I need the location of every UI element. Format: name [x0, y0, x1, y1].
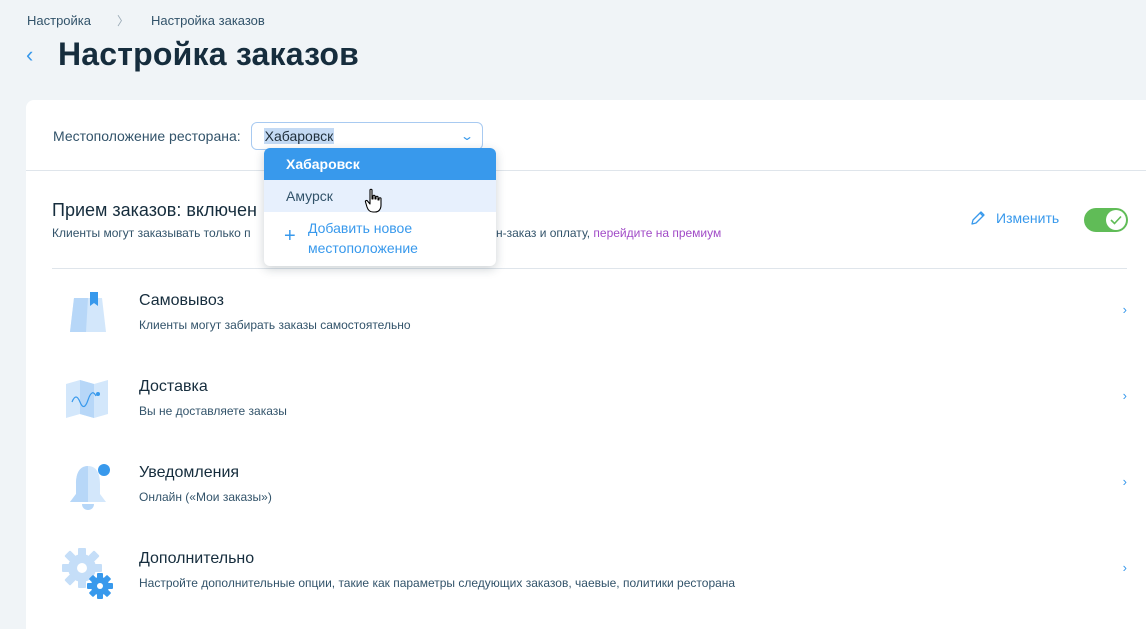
accept-desc-start: Клиенты могут заказывать только п: [52, 226, 251, 240]
accept-desc-end: н-заказ и оплату, перейдите на премиум: [496, 226, 721, 240]
location-select[interactable]: Хабаровск ⌄: [250, 122, 483, 150]
bag-icon: [70, 292, 106, 332]
title-row: ‹ Настройка заказов: [26, 36, 359, 73]
chevron-right-icon: ›: [1122, 302, 1127, 317]
breadcrumb-current: Настройка заказов: [151, 13, 265, 28]
accept-orders-toggle[interactable]: [1084, 208, 1128, 232]
breadcrumb-separator-icon: 〉: [117, 14, 130, 28]
toggle-knob: [1106, 210, 1126, 230]
settings-card: Местоположение ресторана: Хабаровск ⌄ Пр…: [26, 100, 1146, 629]
accept-orders-desc: Клиенты могут заказывать только п н-зака…: [52, 226, 721, 240]
chevron-down-icon: ⌄: [459, 129, 474, 143]
list-item-notifications[interactable]: Уведомления Онлайн («Мои заказы») ›: [52, 460, 1127, 540]
check-icon: [1110, 215, 1122, 225]
location-select-value: Хабаровск: [263, 128, 335, 144]
location-row: Местоположение ресторана: Хабаровск ⌄: [53, 122, 483, 150]
page-title: Настройка заказов: [58, 36, 360, 72]
add-location-line1: Добавить новое: [308, 220, 413, 236]
location-label: Местоположение ресторана:: [53, 128, 241, 144]
item-title: Самовывоз: [139, 292, 224, 309]
back-arrow-icon[interactable]: ‹: [26, 43, 58, 66]
accept-desc-end-text: н-заказ и оплату,: [496, 226, 594, 240]
breadcrumb: Настройка 〉 Настройка заказов: [27, 12, 265, 29]
chevron-right-icon: ›: [1122, 388, 1127, 403]
add-location-line2: местоположение: [308, 240, 418, 256]
item-desc: Онлайн («Мои заказы»): [139, 490, 272, 504]
gear-icon: [62, 548, 113, 599]
item-title: Уведомления: [139, 464, 240, 481]
edit-label: Изменить: [996, 210, 1060, 226]
item-title: Дополнительно: [139, 550, 255, 567]
chevron-right-icon: ›: [1122, 560, 1127, 575]
map-icon: [66, 380, 108, 418]
list-item-delivery[interactable]: Доставка Вы не доставляете заказы ›: [52, 374, 1127, 454]
dropdown-option-khabarovsk[interactable]: Хабаровск: [264, 148, 496, 180]
hand-cursor-icon: [364, 188, 382, 213]
add-location-option[interactable]: + Добавить новое местоположение: [264, 212, 496, 258]
divider: [26, 170, 1146, 171]
pencil-icon: [971, 211, 985, 225]
list-item-additional[interactable]: Дополнительно Настройте дополнительные о…: [52, 546, 1127, 626]
accept-orders-title: Прием заказов: включен: [52, 200, 257, 220]
item-desc: Клиенты могут забирать заказы самостояте…: [139, 318, 411, 332]
bell-icon: [70, 464, 110, 510]
list-item-pickup[interactable]: Самовывоз Клиенты могут забирать заказы …: [52, 288, 1127, 368]
item-desc: Вы не доставляете заказы: [139, 404, 287, 418]
chevron-right-icon: ›: [1122, 474, 1127, 489]
edit-button[interactable]: Изменить: [970, 210, 1059, 226]
item-title: Доставка: [139, 378, 208, 395]
premium-link[interactable]: перейдите на премиум: [593, 226, 721, 240]
item-desc: Настройте дополнительные опции, такие ка…: [139, 576, 736, 590]
plus-icon: +: [284, 225, 296, 247]
breadcrumb-root[interactable]: Настройка: [27, 13, 91, 28]
divider: [52, 268, 1127, 269]
